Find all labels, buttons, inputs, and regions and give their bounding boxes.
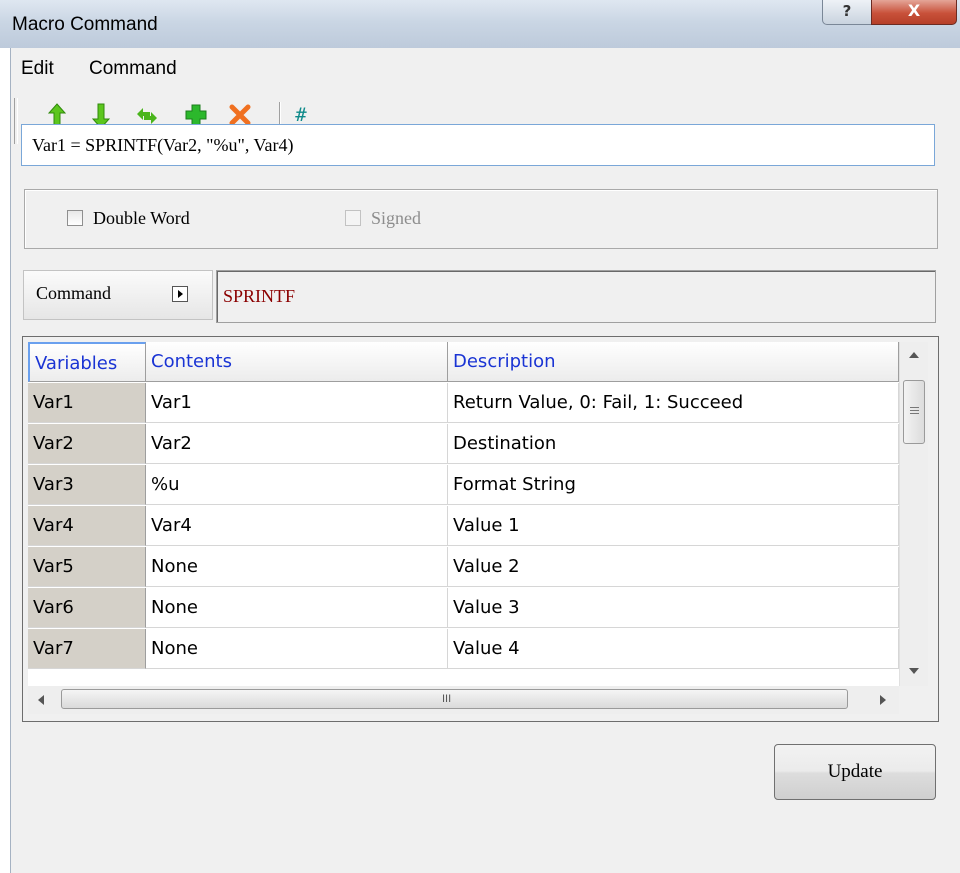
double-word-checkbox[interactable] [67,210,83,226]
table-row[interactable]: Var4 Var4 Value 1 [28,506,899,546]
help-button[interactable]: ? [822,0,872,25]
menu-command[interactable]: Command [89,58,177,80]
variables-table: Variables Contents Description Var1 Var1… [22,336,939,722]
row-description: Format String [448,465,899,505]
command-expression-field[interactable]: Var1 = SPRINTF(Var2, "%u", Var4) [21,124,935,166]
signed-checkbox [345,210,361,226]
scroll-right-icon[interactable] [880,695,886,705]
close-icon: X [907,1,921,20]
scroll-left-icon[interactable] [38,695,44,705]
row-description: Value 4 [448,629,899,669]
row-description: Return Value, 0: Fail, 1: Succeed [448,383,899,423]
title-bar: Macro Command ? X [0,0,960,48]
table-row[interactable]: Var5 None Value 2 [28,547,899,587]
arrow-right-icon [172,286,188,302]
table-row[interactable]: Var7 None Value 4 [28,629,899,669]
row-contents[interactable]: Var1 [146,383,448,423]
macro-command-window: Macro Command ? X Edit Command # Var1 = … [0,0,960,873]
table-row[interactable]: Var6 None Value 3 [28,588,899,628]
vertical-scrollbar[interactable] [899,342,928,686]
scroll-down-icon[interactable] [909,668,919,674]
grip-icon: III [442,693,452,705]
swap-button[interactable] [133,102,157,126]
scrollbar-corner [899,686,927,714]
table-header-row: Variables Contents Description [28,342,899,382]
horizontal-scroll-thumb[interactable]: III [61,689,848,709]
row-description: Value 1 [448,506,899,546]
table-row[interactable]: Var3 %u Format String [28,465,899,505]
row-description: Value 3 [448,588,899,628]
horizontal-scrollbar[interactable]: III [28,686,899,714]
row-var-name: Var6 [28,588,146,628]
row-var-name: Var5 [28,547,146,587]
delete-button[interactable] [227,102,251,126]
command-name-display: SPRINTF [216,270,936,323]
menu-edit[interactable]: Edit [21,58,54,80]
help-icon: ? [842,2,852,20]
row-var-name: Var2 [28,424,146,464]
update-button[interactable]: Update [774,744,936,800]
command-selector-button[interactable]: Command [23,270,213,320]
scroll-up-icon[interactable] [909,352,919,358]
table-row[interactable]: Var2 Var2 Destination [28,424,899,464]
header-description[interactable]: Description [448,342,899,382]
row-contents[interactable]: None [146,629,448,669]
toolbar-grip[interactable] [14,98,18,144]
options-group: Double Word Signed [24,189,938,249]
signed-label: Signed [371,208,422,228]
header-variables[interactable]: Variables [28,342,146,382]
row-var-name: Var4 [28,506,146,546]
move-down-button[interactable] [89,102,113,129]
row-description: Value 2 [448,547,899,587]
vertical-scroll-thumb[interactable] [903,380,925,444]
row-contents[interactable]: None [146,588,448,628]
row-var-name: Var1 [28,383,146,423]
header-contents[interactable]: Contents [146,342,448,382]
move-up-button[interactable] [45,102,69,129]
hash-button[interactable]: # [289,102,313,126]
table-body: Variables Contents Description Var1 Var1… [28,342,899,686]
row-var-name: Var7 [28,629,146,669]
row-description: Destination [448,424,899,464]
row-contents[interactable]: %u [146,465,448,505]
row-contents[interactable]: None [146,547,448,587]
hash-icon: # [295,104,307,126]
double-word-label: Double Word [93,208,190,228]
command-button-label: Command [36,283,111,303]
add-button[interactable] [183,102,207,126]
row-contents[interactable]: Var2 [146,424,448,464]
row-var-name: Var3 [28,465,146,505]
close-button[interactable]: X [871,0,957,25]
table-row[interactable]: Var1 Var1 Return Value, 0: Fail, 1: Succ… [28,383,899,423]
row-contents[interactable]: Var4 [146,506,448,546]
grip-icon [910,407,919,408]
window-title: Macro Command [12,14,158,35]
